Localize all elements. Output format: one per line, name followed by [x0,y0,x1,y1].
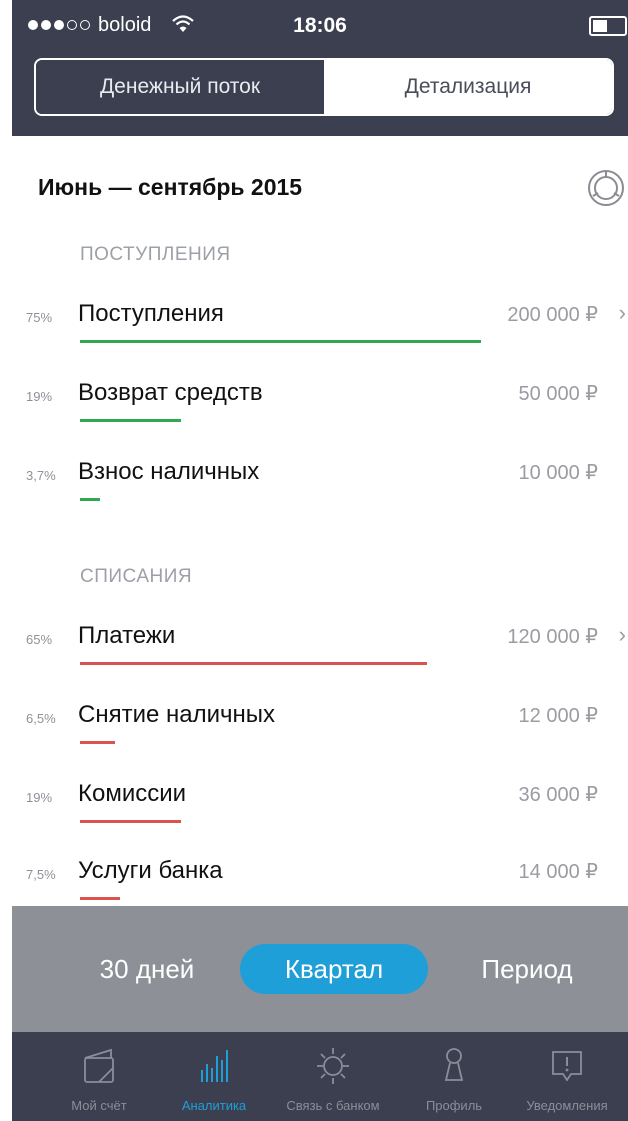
clock: 18:06 [293,14,347,37]
expense-row-cash-withdrawal[interactable]: 6,5% Снятие наличных 12 000 ₽ [12,701,628,771]
row-percent: 7,5% [26,867,56,882]
row-label: Комиссии [78,780,187,807]
row-amount: 36 000 ₽ [518,784,598,806]
wallet-icon [84,1048,114,1083]
period-30-days-button[interactable]: 30 дней [72,944,222,994]
share-bar [80,419,181,422]
bank-contact-icon [317,1048,349,1084]
row-percent: 65% [26,632,53,647]
segment-cash-flow[interactable]: Денежный поток [36,60,324,114]
row-label: Поступления [78,300,224,327]
tab-notifications[interactable]: Уведомления [512,1032,622,1121]
row-amount: 14 000 ₽ [518,861,598,883]
row-percent: 6,5% [26,711,56,726]
share-bar [80,662,427,665]
share-bar [80,820,181,823]
period-custom-button[interactable]: Период [452,944,602,994]
view-segmented-control: Денежный поток Детализация [34,58,614,116]
notifications-icon [552,1051,582,1082]
expense-row-fees[interactable]: 19% Комиссии 36 000 ₽ [12,780,628,850]
tab-label: Аналитика [181,1098,247,1113]
expense-section-header: СПИСАНИЯ [80,566,193,587]
row-percent: 75% [26,310,53,325]
chart-toggle-icon[interactable] [586,168,626,208]
row-label: Возврат средств [78,379,263,406]
tab-label: Мой счёт [71,1098,127,1113]
row-amount: 200 000 ₽ [507,304,598,326]
analytics-icon [201,1050,228,1082]
period-selector: 30 дней Квартал Период [12,906,628,1032]
segment-details[interactable]: Детализация [324,60,612,114]
row-label: Снятие наличных [78,701,276,728]
share-bar [80,897,120,900]
share-bar [80,498,100,501]
income-section-header: ПОСТУПЛЕНИЯ [80,244,231,265]
row-percent: 3,7% [26,468,56,483]
tab-analytics[interactable]: Аналитика [164,1032,264,1121]
chevron-right-icon: › [618,622,626,647]
row-amount: 12 000 ₽ [518,705,598,727]
period-quarter-button[interactable]: Квартал [240,944,428,994]
app-screen: boloid 18:06 Денежный поток Детализация … [12,0,628,1121]
row-amount: 50 000 ₽ [518,383,598,405]
row-label: Услуги банка [78,857,223,884]
row-label: Взнос наличных [78,458,260,485]
chevron-right-icon: › [618,300,626,325]
battery-icon [589,16,627,36]
row-percent: 19% [26,389,53,404]
tab-bank-contact[interactable]: Связь с банком [268,1032,398,1121]
row-amount: 10 000 ₽ [518,462,598,484]
share-bar [80,741,115,744]
income-row-receipts[interactable]: 75% Поступления 200 000 ₽ › [12,300,628,370]
page-title: Июнь — сентябрь 2015 [38,174,303,200]
row-label: Платежи [78,622,176,649]
row-percent: 19% [26,790,53,805]
income-row-refund[interactable]: 19% Возврат средств 50 000 ₽ [12,379,628,449]
tab-label: Уведомления [526,1098,608,1113]
expense-row-payments[interactable]: 65% Платежи 120 000 ₽ › [12,622,628,692]
tab-label: Связь с банком [286,1098,380,1113]
share-bar [80,340,481,343]
tab-bar: Мой счёт Аналитика Связь с банком Профил… [12,1032,628,1121]
tab-profile[interactable]: Профиль [404,1032,504,1121]
income-row-cash-deposit[interactable]: 3,7% Взнос наличных 10 000 ₽ [12,458,628,528]
row-amount: 120 000 ₽ [507,626,598,648]
tab-my-account[interactable]: Мой счёт [44,1032,154,1121]
profile-icon [444,1048,464,1081]
status-bar: boloid 18:06 [12,0,628,52]
header: boloid 18:06 Денежный поток Детализация [12,0,628,136]
tab-label: Профиль [425,1098,483,1113]
